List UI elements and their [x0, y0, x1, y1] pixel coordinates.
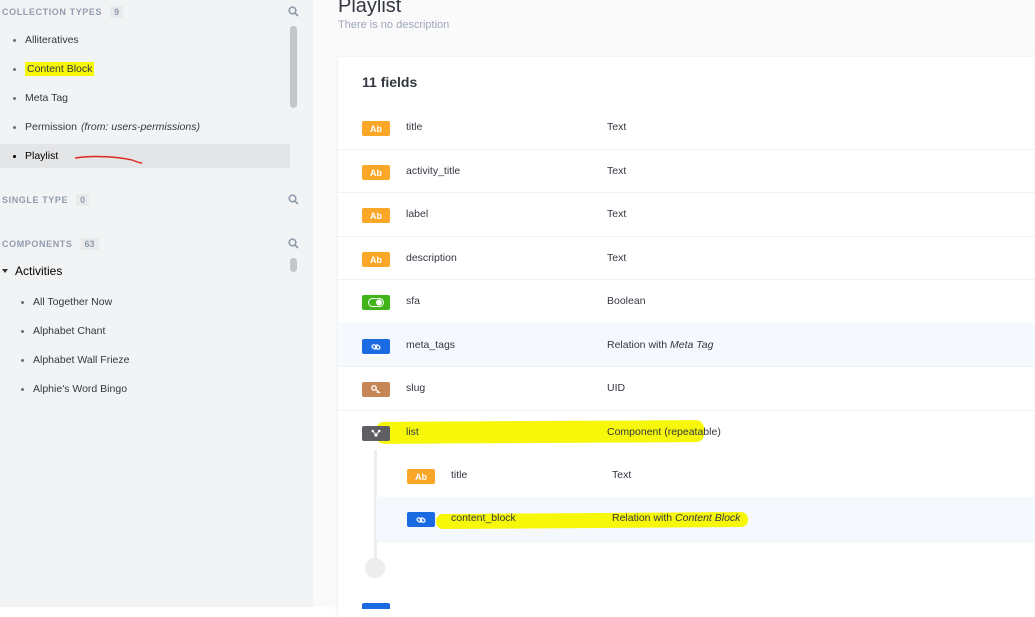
single-type-header: Single Type 0 [2, 192, 90, 208]
components-count: 63 [80, 238, 99, 250]
toggle-icon [362, 295, 390, 310]
relation-target: Content Block [675, 512, 741, 524]
relation-target: Meta Tag [670, 339, 714, 351]
page-title: Playlist [338, 0, 402, 17]
component-item-label: All Together Now [33, 296, 113, 308]
text-type-icon: Ab [407, 469, 435, 484]
sub-field-row-title[interactable]: Ab title Text [376, 454, 1035, 498]
sidebar-item-label: Content Block [25, 62, 95, 76]
sidebar-item-label: Playlist [25, 150, 59, 162]
field-name: title [451, 469, 468, 481]
field-type: Text [607, 208, 627, 220]
component-item-label: Alphabet Wall Frieze [33, 354, 130, 366]
components-title: Components [2, 239, 73, 249]
relation-prefix: Relation with [612, 512, 673, 524]
field-row-title[interactable]: Ab title Text [338, 106, 1035, 150]
partial-relation-badge [362, 603, 390, 609]
sidebar-item-label: Permission [25, 121, 77, 133]
component-item-label: Alphie's Word Bingo [33, 383, 128, 395]
search-icon[interactable] [288, 6, 299, 17]
bullet [13, 154, 16, 158]
sub-field-row-content-block[interactable]: content_block Relation with Content Bloc… [376, 497, 1035, 542]
component-item[interactable]: Alphie's Word Bingo [0, 377, 127, 401]
bullet [21, 329, 24, 333]
bullet [21, 358, 24, 362]
text-type-icon: Ab [362, 252, 390, 267]
field-name: list [406, 426, 419, 438]
bullet [21, 387, 24, 391]
field-name: label [406, 208, 429, 220]
components-scrollbar[interactable] [290, 258, 297, 272]
field-type: Text [607, 252, 627, 264]
field-name: activity_title [406, 165, 461, 177]
search-icon[interactable] [288, 194, 299, 205]
field-row-list[interactable]: list Component (repeatable) [338, 410, 1035, 453]
fields-card: 11 fields Ab title Text Ab activity_titl… [338, 57, 1035, 617]
text-type-icon: Ab [362, 121, 390, 136]
component-item[interactable]: All Together Now [0, 290, 112, 314]
bullet [13, 38, 16, 42]
caret-down-icon [2, 269, 8, 273]
relation-prefix: Relation with [607, 339, 668, 351]
field-type: Text [607, 165, 627, 177]
field-row-label[interactable]: Ab label Text [338, 193, 1035, 237]
sidebar-item-content-block[interactable]: Content Block [0, 57, 95, 81]
sidebar-item-meta-tag[interactable]: Meta Tag [0, 86, 68, 110]
field-type: Relation with Content Block [612, 512, 740, 524]
fields-count: 11 fields [362, 74, 418, 90]
sidebar: Collection Types 9 Alliteratives Content… [0, 0, 313, 607]
bullet [21, 300, 24, 304]
sidebar-item-label: Alliteratives [25, 34, 79, 46]
field-name: title [406, 121, 423, 133]
component-icon [362, 426, 390, 441]
field-type: Relation with Meta Tag [607, 339, 713, 351]
single-type-title: Single Type [2, 195, 69, 205]
text-type-icon: Ab [362, 208, 390, 223]
text-type-icon: Ab [362, 165, 390, 180]
component-item[interactable]: Alphabet Chant [0, 319, 105, 343]
collection-types-header: Collection Types 9 [2, 4, 124, 20]
field-name: description [406, 252, 457, 264]
sidebar-item-playlist[interactable]: Playlist [0, 144, 290, 168]
sidebar-item-alliteratives[interactable]: Alliteratives [0, 28, 79, 52]
field-row-sfa[interactable]: sfa Boolean [338, 280, 1035, 324]
field-row-description[interactable]: Ab description Text [338, 236, 1035, 280]
sidebar-item-label: Meta Tag [25, 92, 68, 104]
field-type: Text [607, 121, 627, 133]
bullet [13, 96, 16, 100]
page-description: There is no description [338, 19, 450, 31]
component-item[interactable]: Alphabet Wall Frieze [0, 348, 129, 372]
collection-types-title: Collection Types [2, 7, 103, 17]
components-header: Components 63 [2, 236, 99, 252]
component-group-label: Activities [15, 264, 63, 278]
field-row-slug[interactable]: slug UID [338, 367, 1035, 411]
sidebar-item-permission[interactable]: Permission (from: users-permissions) [0, 115, 200, 139]
component-group-activities[interactable]: Activities [2, 262, 62, 280]
main-content: Playlist There is no description 11 fiel… [313, 0, 1035, 617]
single-type-count: 0 [76, 194, 90, 206]
field-name: sfa [406, 295, 421, 307]
field-name: meta_tags [406, 339, 456, 351]
field-name: slug [406, 382, 426, 394]
red-annotation-stroke [74, 155, 143, 164]
link-icon [407, 512, 435, 527]
field-row-meta-tags[interactable]: meta_tags Relation with Meta Tag [338, 323, 1035, 367]
field-type: Text [612, 469, 632, 481]
field-name: content_block [451, 512, 516, 524]
search-icon[interactable] [288, 238, 299, 249]
sidebar-scrollbar[interactable] [290, 26, 297, 108]
sidebar-item-suffix: (from: users-permissions) [80, 121, 200, 133]
key-icon [362, 382, 390, 397]
link-icon [362, 339, 390, 354]
component-tree-end [365, 558, 385, 578]
field-row-activity-title[interactable]: Ab activity_title Text [338, 149, 1035, 193]
field-type: Boolean [607, 295, 646, 307]
field-type: UID [607, 382, 626, 394]
collection-types-count: 9 [110, 6, 124, 18]
bullet [13, 125, 16, 129]
field-type: Component (repeatable) [607, 426, 721, 438]
bullet [13, 67, 16, 71]
component-item-label: Alphabet Chant [33, 325, 106, 337]
